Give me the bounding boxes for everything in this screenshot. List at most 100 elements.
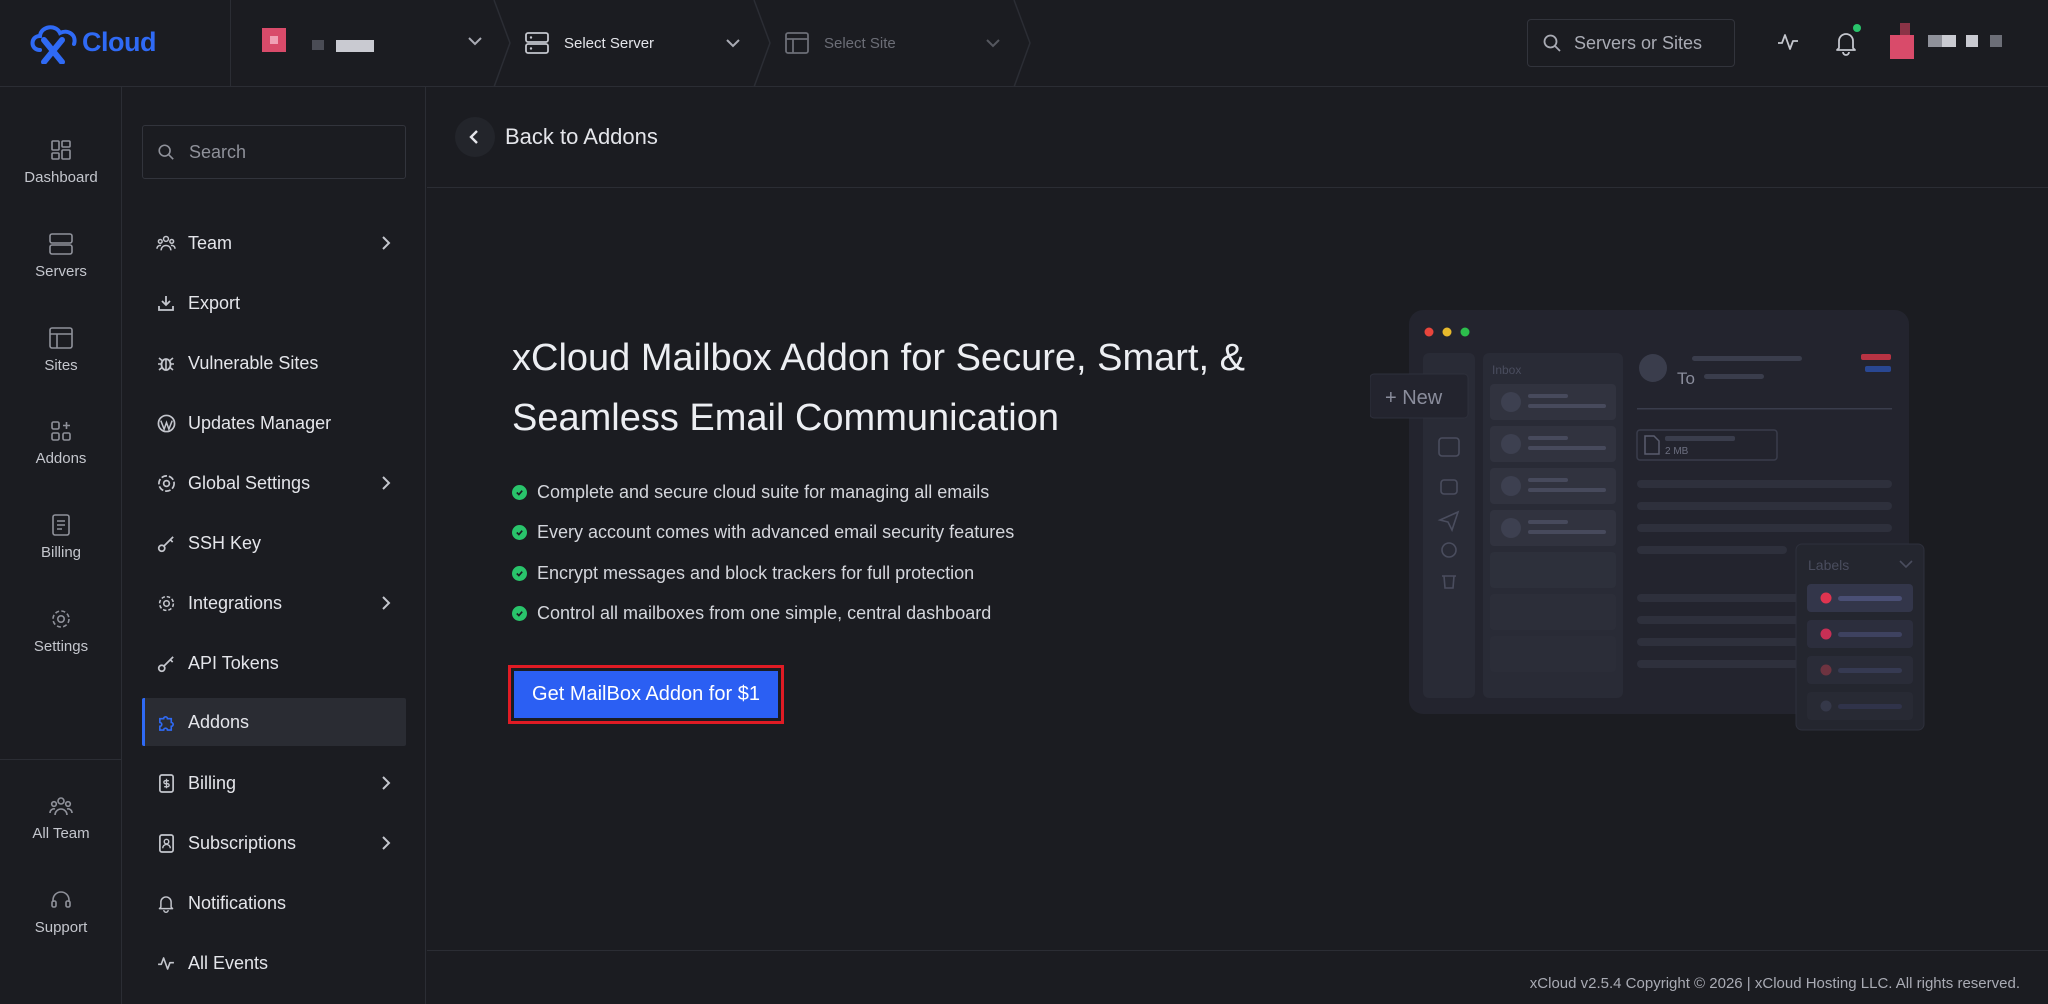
settings-menu: Search Team Export Vulnerable Sites Upda…: [122, 87, 426, 1004]
menu-item-label: Addons: [188, 711, 250, 732]
menu-item-label: Vulnerable Sites: [188, 352, 319, 373]
server-icon: [525, 32, 549, 54]
activity-icon[interactable]: [1776, 30, 1800, 54]
inbox-label: Inbox: [1492, 363, 1521, 377]
menu-item-label: API Tokens: [188, 652, 279, 673]
menu-item-global-settings[interactable]: Global Settings: [142, 459, 406, 507]
menu-item-label: Team: [188, 232, 233, 253]
menu-item-label: Subscriptions: [188, 832, 297, 853]
feature-item: Encrypt messages and block trackers for …: [512, 553, 1132, 594]
user-avatar-menu[interactable]: [1890, 23, 2010, 63]
menu-item-vulnerable-sites[interactable]: Vulnerable Sites: [142, 339, 406, 387]
menu-item-api-tokens[interactable]: API Tokens: [142, 639, 406, 687]
menu-item-label: Export: [188, 292, 241, 313]
menu-item-label: Notifications: [188, 892, 287, 913]
menu-item-addons[interactable]: Addons: [142, 698, 406, 746]
get-mailbox-addon-button[interactable]: Get MailBox Addon for $1: [514, 671, 778, 718]
site-selector[interactable]: Select Site: [784, 24, 1004, 62]
mailbox-illustration: Inbox To 2 MB + New Labels: [1370, 310, 1925, 731]
feature-item: Complete and secure cloud suite for mana…: [512, 472, 1132, 513]
chevron-right-icon: [382, 236, 391, 250]
rail-item-settings[interactable]: Settings: [0, 608, 122, 655]
back-label: Back to Addons: [505, 124, 658, 149]
back-to-addons-link[interactable]: Back to Addons: [455, 117, 658, 157]
chevron-down-icon: [986, 39, 1000, 48]
menu-item-billing[interactable]: Billing: [142, 759, 406, 807]
copyright-text: xCloud v2.5.4 Copyright © 2026 | xCloud …: [1529, 975, 2020, 992]
rail-item-dashboard[interactable]: Dashboard: [0, 139, 122, 186]
menu-search-input[interactable]: Search: [142, 125, 406, 179]
bell-icon[interactable]: [1834, 30, 1858, 56]
site-icon: [49, 327, 73, 349]
menu-item-label: Billing: [188, 772, 237, 793]
menu-item-label: SSH Key: [188, 532, 262, 553]
logo[interactable]: Cloud: [28, 20, 156, 64]
menu-item-label: Global Settings: [188, 472, 311, 493]
globe-settings-icon: [157, 474, 175, 492]
chevron-right-icon: [382, 476, 391, 490]
feature-item: Control all mailboxes from one simple, c…: [512, 594, 1132, 635]
rail-label: Settings: [33, 638, 89, 655]
menu-item-label: Updates Manager: [188, 412, 332, 433]
search-icon: [158, 144, 174, 160]
rail-item-sites[interactable]: Sites: [0, 327, 122, 374]
menu-item-team[interactable]: Team: [142, 219, 406, 267]
server-selector[interactable]: Select Server: [524, 24, 744, 62]
check-icon: [512, 565, 527, 581]
server-icon: [49, 233, 73, 255]
rail-item-servers[interactable]: Servers: [0, 233, 122, 280]
download-icon: [158, 296, 174, 311]
chevron-left-icon: [469, 130, 478, 144]
dashboard-icon: [51, 140, 71, 160]
site-icon: [785, 32, 809, 54]
global-search-input[interactable]: Servers or Sites: [1527, 19, 1735, 67]
headset-icon: [51, 891, 71, 908]
wordpress-icon: [157, 414, 175, 432]
menu-item-ssh-key[interactable]: SSH Key: [142, 519, 406, 567]
team-icon: [49, 797, 73, 816]
rail-label: Dashboard: [24, 169, 98, 186]
bell-icon: [158, 895, 174, 913]
chevron-right-icon: [382, 776, 391, 790]
rail-label: Sites: [44, 357, 78, 374]
new-button-label: + New: [1385, 387, 1443, 409]
menu-item-export[interactable]: Export: [142, 279, 406, 327]
gear-icon: [52, 610, 70, 628]
cta-highlight: Get MailBox Addon for $1: [508, 665, 784, 724]
file-size-label: 2 MB: [1665, 446, 1689, 457]
check-icon: [512, 606, 527, 622]
menu-item-integrations[interactable]: Integrations: [142, 579, 406, 627]
chevron-down-icon: [468, 37, 482, 46]
footer: xCloud v2.5.4 Copyright © 2026 | xCloud …: [427, 950, 2048, 1004]
menu-search-placeholder: Search: [189, 141, 247, 162]
menu-item-all-events[interactable]: All Events: [142, 939, 406, 987]
rail-item-support[interactable]: Support: [0, 889, 122, 936]
chevron-right-icon: [382, 836, 391, 850]
team-icon: [156, 235, 176, 251]
team-selector[interactable]: [262, 28, 492, 58]
menu-item-subscriptions[interactable]: Subscriptions: [142, 819, 406, 867]
rail-label: Billing: [40, 544, 82, 561]
key-icon: [157, 655, 174, 672]
logo-text: Cloud: [82, 26, 156, 57]
rail-item-billing[interactable]: Billing: [0, 514, 122, 561]
server-selector-label: Select Server: [564, 34, 655, 52]
invoice-icon: [52, 514, 70, 536]
menu-item-label: All Events: [188, 952, 269, 973]
rail-item-addons[interactable]: Addons: [0, 420, 122, 467]
menu-item-updates-manager[interactable]: Updates Manager: [142, 399, 406, 447]
site-selector-label: Select Site: [824, 34, 896, 52]
rail-item-all-team[interactable]: All Team: [0, 795, 122, 842]
to-label: To: [1677, 369, 1695, 388]
content-header: Back to Addons: [427, 87, 2048, 188]
menu-item-notifications[interactable]: Notifications: [142, 879, 406, 927]
search-icon: [1543, 34, 1561, 52]
team-name-redacted: [336, 40, 374, 52]
puzzle-icon: [158, 715, 174, 731]
bug-icon: [158, 357, 174, 371]
activity-icon: [158, 956, 174, 970]
labels-title: Labels: [1808, 557, 1849, 573]
notification-dot: [1853, 24, 1861, 32]
feature-list: Complete and secure cloud suite for mana…: [512, 472, 1132, 634]
check-icon: [512, 484, 527, 500]
